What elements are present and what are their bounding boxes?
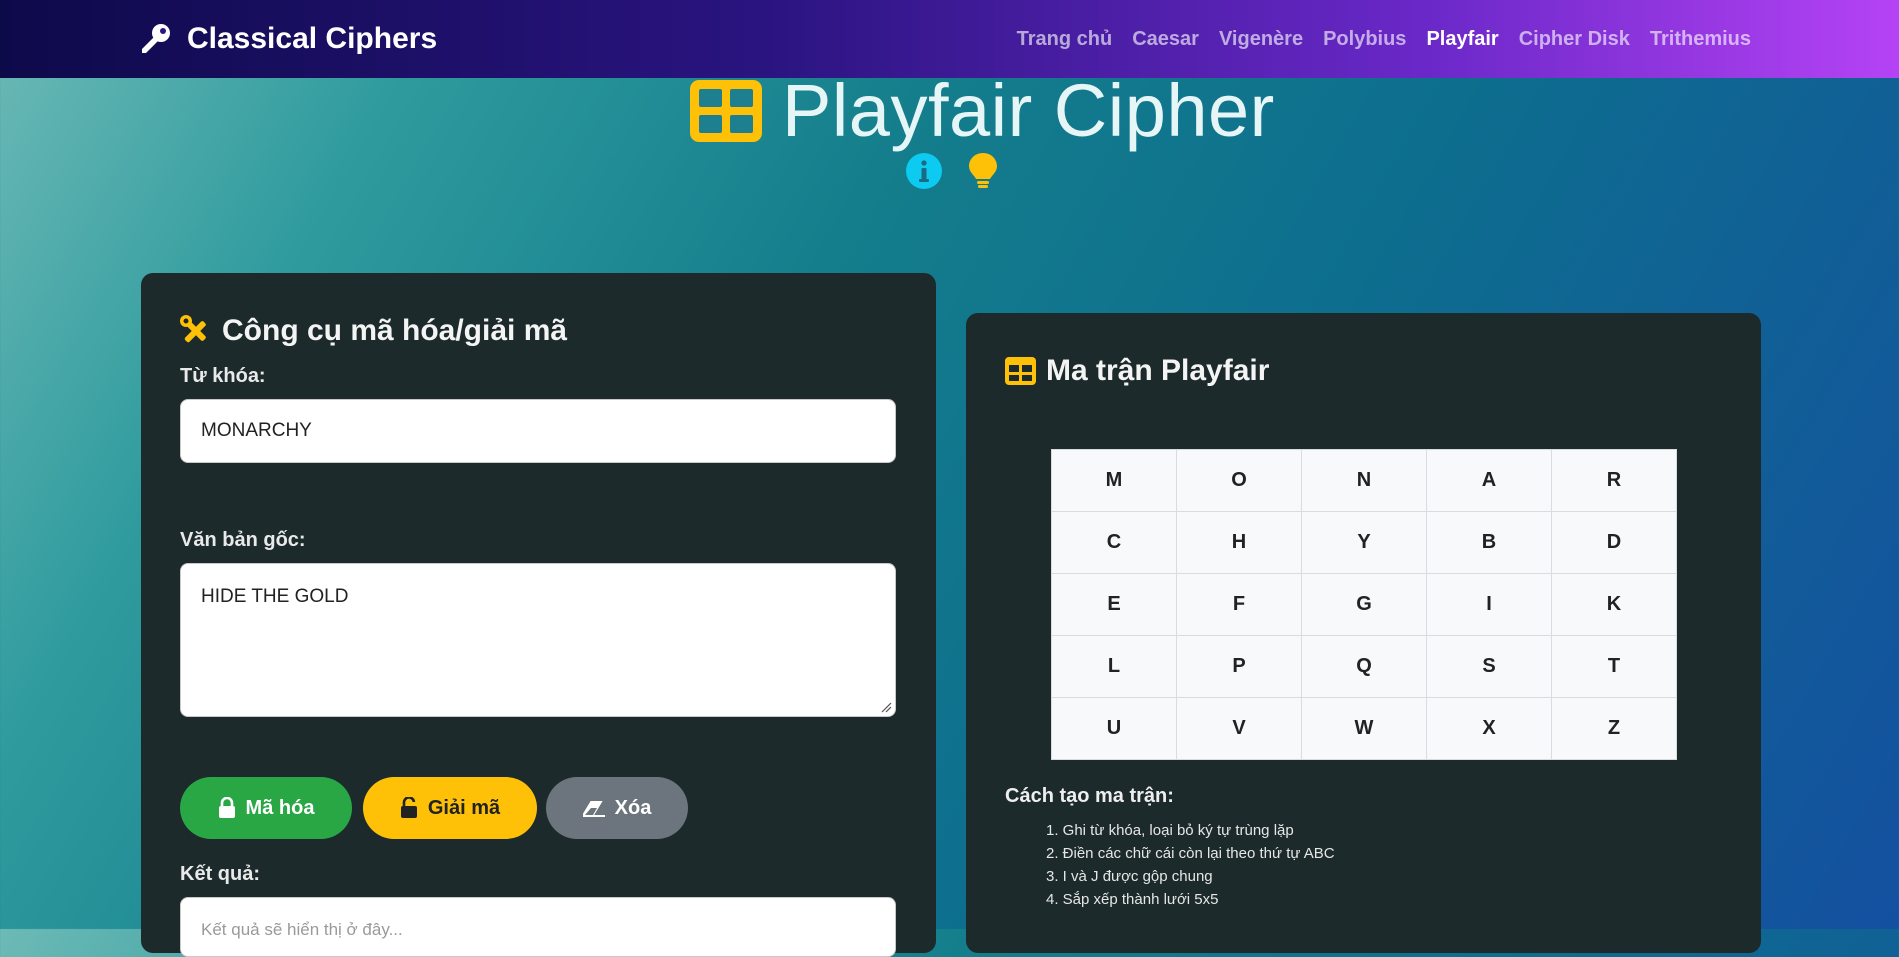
list-item: 2. Điền các chữ cái còn lại theo thứ tự … (1046, 845, 1335, 862)
top-navbar: Classical Ciphers Trang chủ Caesar Vigen… (0, 0, 1899, 78)
matrix-cell: M (1051, 449, 1177, 512)
keyword-label: Từ khóa: (180, 365, 266, 387)
nav-link-vigenere[interactable]: Vigenère (1219, 28, 1303, 51)
matrix-cell: L (1051, 635, 1177, 698)
hero-icons (906, 152, 998, 190)
matrix-card-title: Ma trận Playfair (1005, 354, 1269, 388)
matrix-cell: A (1426, 449, 1552, 512)
matrix-row: M O N A R (1051, 449, 1677, 512)
cipher-tool-card: Công cụ mã hóa/giải mã Từ khóa: MONARCHY… (141, 273, 936, 957)
matrix-row: C H Y B D (1051, 511, 1677, 574)
page-title-text: Playfair Cipher (782, 69, 1275, 152)
nav-link-playfair[interactable]: Playfair (1426, 28, 1498, 51)
matrix-cell: R (1551, 449, 1677, 512)
clear-button-label: Xóa (614, 796, 652, 819)
list-item: 1. Ghi từ khóa, loại bỏ ký tự trùng lặp (1046, 822, 1294, 839)
matrix-cell: W (1301, 697, 1427, 760)
nav-links: Trang chủ Caesar Vigenère Polybius Playf… (1017, 0, 1751, 78)
matrix-card-title-text: Ma trận Playfair (1046, 354, 1270, 387)
matrix-cell: G (1301, 573, 1427, 636)
plaintext-label: Văn bản gốc: (180, 529, 306, 551)
matrix-cell: F (1176, 573, 1302, 636)
plaintext-value: HIDE THE GOLD (201, 586, 349, 607)
nav-link-cipher-disk[interactable]: Cipher Disk (1519, 28, 1630, 51)
list-item: 3. I và J được gộp chung (1046, 868, 1213, 885)
matrix-cell: X (1426, 697, 1552, 760)
matrix-cell: K (1551, 573, 1677, 636)
matrix-cell: Z (1551, 697, 1677, 760)
matrix-cell: C (1051, 511, 1177, 574)
key-icon (142, 24, 170, 53)
matrix-cell: U (1051, 697, 1177, 760)
list-item: 4. Sắp xếp thành lưới 5x5 (1046, 891, 1219, 908)
nav-link-trithemius[interactable]: Trithemius (1650, 28, 1751, 51)
result-label: Kết quả: (180, 863, 260, 885)
nav-link-home[interactable]: Trang chủ (1017, 28, 1113, 51)
resize-grip-icon[interactable] (880, 701, 892, 713)
result-output[interactable]: Kết quả sẽ hiển thị ở đây... (180, 897, 896, 957)
tools-icon (180, 315, 206, 343)
matrix-cell: B (1426, 511, 1552, 574)
table-icon (1005, 357, 1036, 385)
plaintext-textarea[interactable]: HIDE THE GOLD (180, 563, 896, 717)
clear-button[interactable]: Xóa (546, 777, 688, 839)
brand-name: Classical Ciphers (187, 22, 438, 55)
decrypt-button-label: Giải mã (427, 796, 501, 819)
tool-card-title-text: Công cụ mã hóa/giải mã (222, 314, 568, 347)
matrix-cell: T (1551, 635, 1677, 698)
info-icon[interactable] (906, 153, 942, 189)
brand-link[interactable]: Classical Ciphers (139, 0, 437, 78)
matrix-row: U V W X Z (1051, 697, 1677, 760)
matrix-cell: H (1176, 511, 1302, 574)
matrix-steps-list: 1. Ghi từ khóa, loại bỏ ký tự trùng lặp … (1046, 819, 1335, 911)
matrix-cell: E (1051, 573, 1177, 636)
page-title: Playfair Cipher (690, 68, 1275, 153)
matrix-cell: Y (1301, 511, 1427, 574)
matrix-row: E F G I K (1051, 573, 1677, 636)
result-placeholder: Kết quả sẽ hiển thị ở đây... (201, 920, 403, 939)
matrix-cell: D (1551, 511, 1677, 574)
nav-link-caesar[interactable]: Caesar (1132, 28, 1199, 51)
nav-link-polybius[interactable]: Polybius (1323, 28, 1406, 51)
playfair-matrix-table: M O N A R C H Y B D E F G I K L P Q S T … (1051, 449, 1677, 760)
unlock-icon (400, 797, 417, 818)
encrypt-button-label: Mã hóa (245, 796, 315, 819)
matrix-cell: V (1176, 697, 1302, 760)
eraser-icon (582, 801, 605, 817)
lock-icon (218, 797, 235, 818)
table-icon (690, 79, 762, 142)
encrypt-button[interactable]: Mã hóa (180, 777, 352, 839)
matrix-row: L P Q S T (1051, 635, 1677, 698)
playfair-matrix-card: Ma trận Playfair M O N A R C H Y B D E F… (966, 313, 1761, 953)
tool-card-title: Công cụ mã hóa/giải mã (180, 314, 567, 348)
matrix-cell: I (1426, 573, 1552, 636)
matrix-cell: S (1426, 635, 1552, 698)
keyword-value: MONARCHY (201, 420, 312, 441)
keyword-input[interactable]: MONARCHY (180, 399, 896, 463)
matrix-cell: P (1176, 635, 1302, 698)
matrix-steps-title: Cách tạo ma trận: (1005, 785, 1174, 807)
matrix-cell: N (1301, 449, 1427, 512)
matrix-cell: O (1176, 449, 1302, 512)
decrypt-button[interactable]: Giải mã (363, 777, 537, 839)
matrix-cell: Q (1301, 635, 1427, 698)
lightbulb-icon[interactable] (968, 152, 998, 190)
